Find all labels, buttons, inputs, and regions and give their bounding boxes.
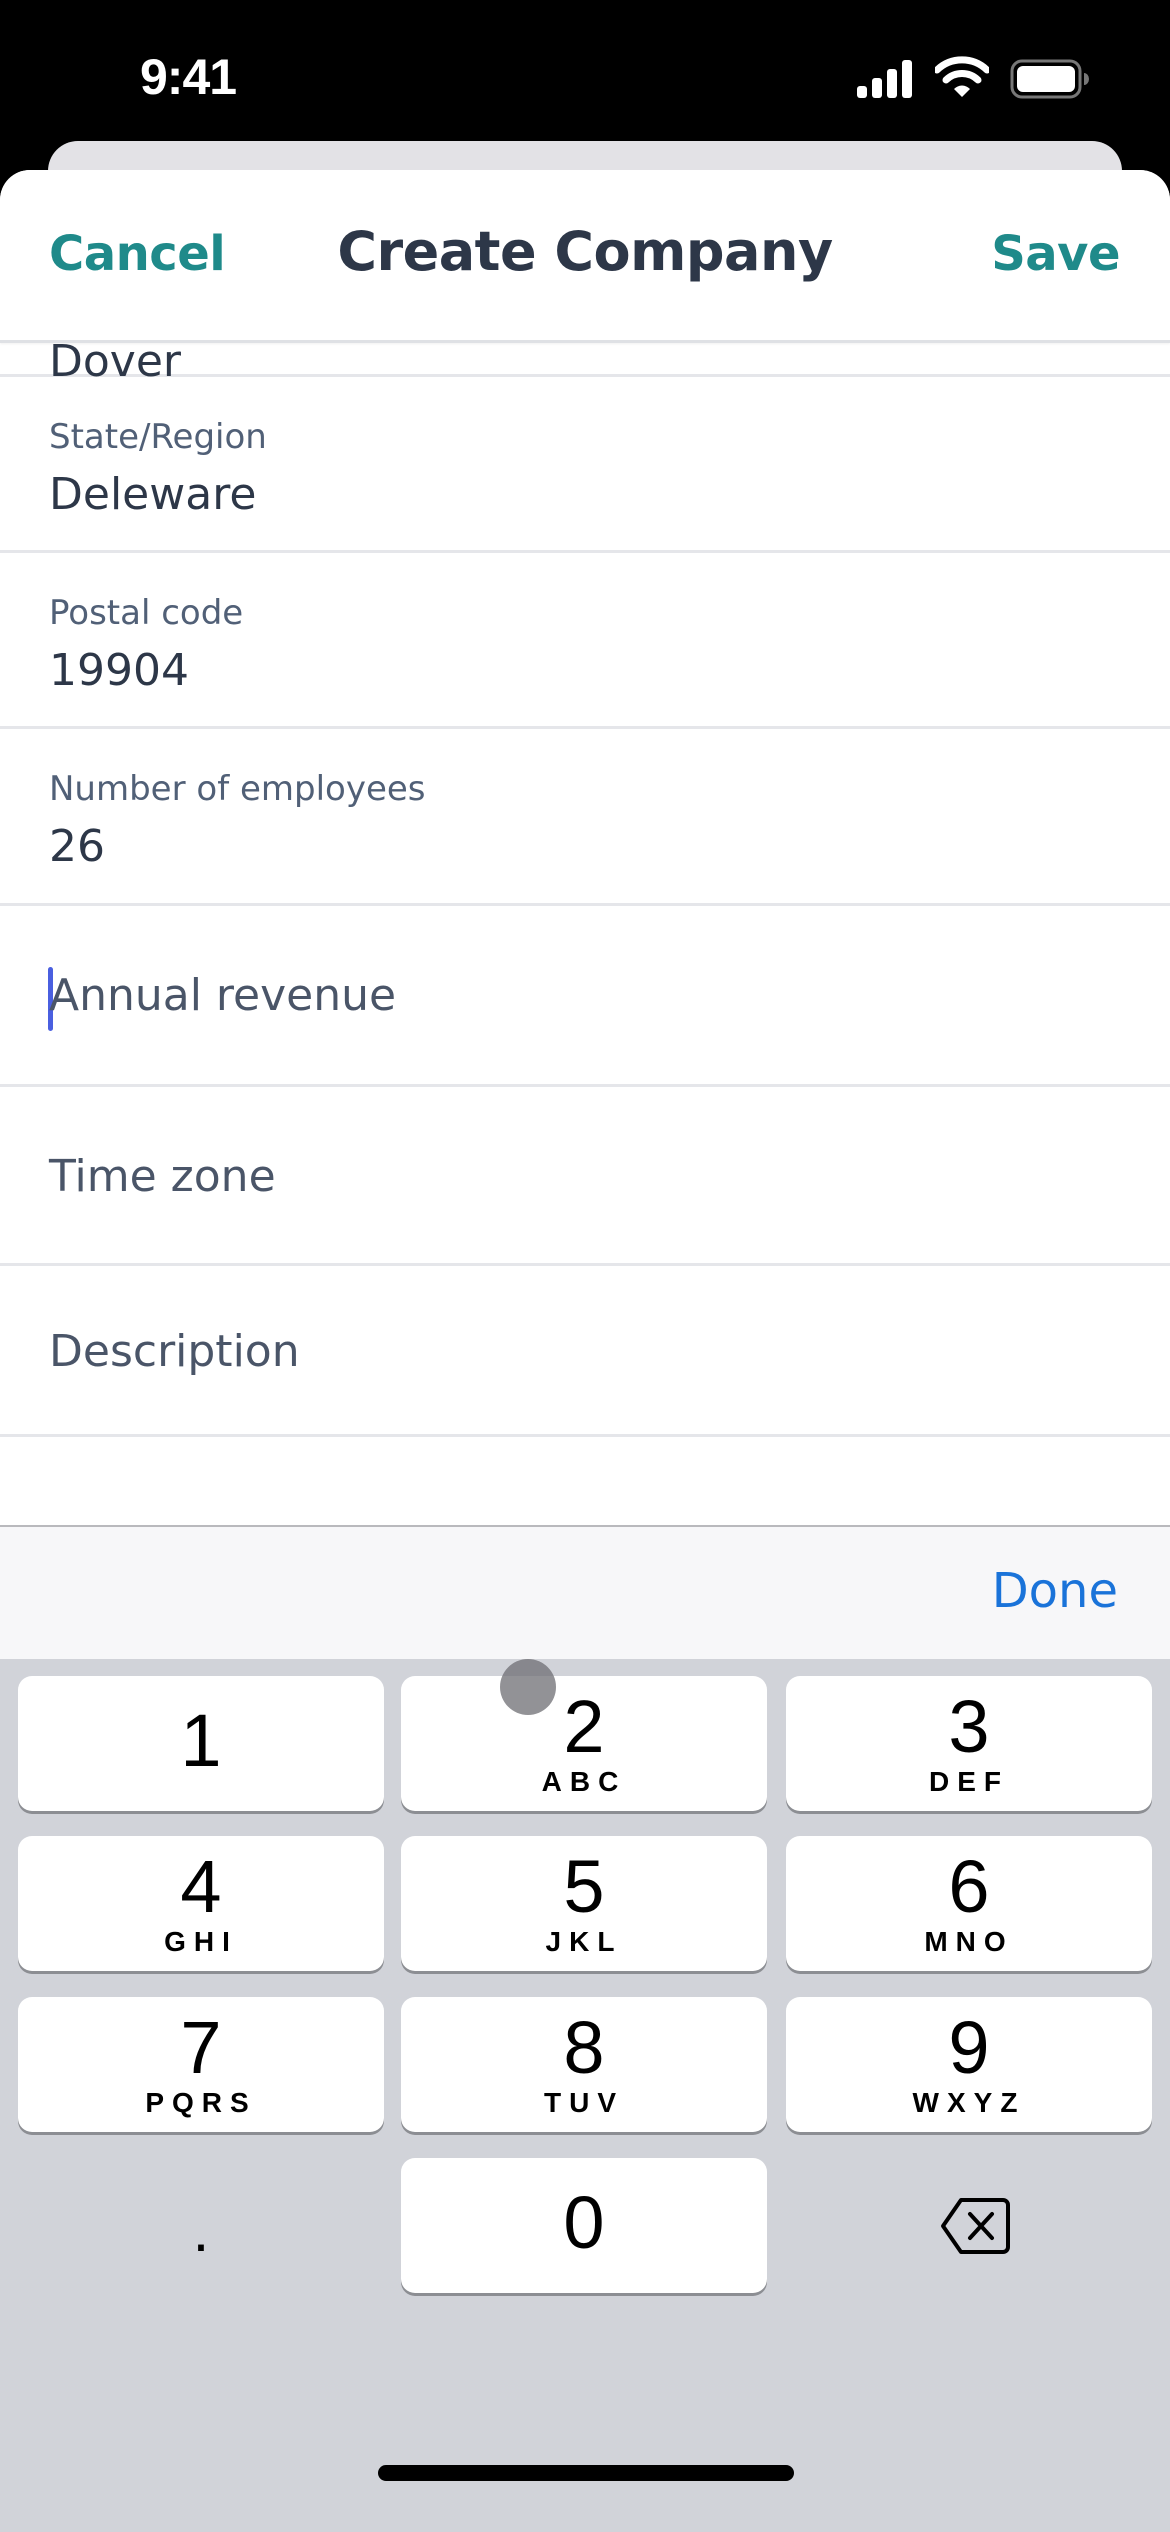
- state-region-label: State/Region: [49, 417, 267, 457]
- employees-field[interactable]: Number of employees 26: [0, 729, 1170, 906]
- key-digit: 7: [180, 2006, 222, 2089]
- employees-label: Number of employees: [49, 769, 426, 809]
- key-9[interactable]: 9 WXYZ: [786, 1997, 1152, 2132]
- state-region-field[interactable]: State/Region Deleware: [0, 377, 1170, 553]
- key-letters: WXYZ: [912, 2087, 1026, 2118]
- key-delete[interactable]: [786, 2158, 1152, 2293]
- key-1[interactable]: 1: [18, 1676, 384, 1811]
- key-digit: 4: [180, 1845, 222, 1928]
- key-5[interactable]: 5 JKL: [401, 1836, 767, 1971]
- wifi-icon: [935, 56, 989, 97]
- description-field[interactable]: Description: [0, 1266, 1170, 1437]
- key-0[interactable]: 0: [401, 2158, 767, 2293]
- key-8[interactable]: 8 TUV: [401, 1997, 767, 2132]
- key-3[interactable]: 3 DEF: [786, 1676, 1152, 1811]
- save-button[interactable]: Save: [991, 226, 1120, 282]
- nav-header: Cancel Create Company Save: [0, 170, 1170, 343]
- decimal-glyph: .: [192, 2197, 210, 2264]
- battery-icon: [1010, 59, 1089, 99]
- key-letters: DEF: [929, 1766, 1009, 1797]
- key-letters: TUV: [544, 2087, 624, 2118]
- key-digit: 3: [948, 1685, 990, 1768]
- time-zone-placeholder: Time zone: [49, 1151, 276, 1202]
- key-7[interactable]: 7 PQRS: [18, 1997, 384, 2132]
- key-digit: 8: [563, 2006, 605, 2089]
- key-digit: 1: [180, 1699, 222, 1782]
- keyboard-toolbar: Done: [0, 1525, 1170, 1661]
- key-4[interactable]: 4 GHI: [18, 1836, 384, 1971]
- annual-revenue-field[interactable]: Annual revenue: [0, 906, 1170, 1087]
- key-letters: GHI: [164, 1926, 238, 1957]
- key-2[interactable]: 2 ABC: [401, 1676, 767, 1811]
- description-placeholder: Description: [49, 1326, 300, 1377]
- numeric-keypad: 1 2 ABC 3 DEF 4 GHI 5 JKL 6 MNO 7 PQRS 8…: [0, 1659, 1170, 2532]
- key-digit: 5: [563, 1845, 605, 1928]
- key-digit: 6: [948, 1845, 990, 1928]
- status-time: 9:41: [140, 49, 237, 105]
- time-zone-field[interactable]: Time zone: [0, 1087, 1170, 1266]
- postal-code-field[interactable]: Postal code 19904: [0, 553, 1170, 729]
- state-region-value: Deleware: [49, 469, 257, 520]
- signal-icon: [857, 60, 912, 98]
- touch-indicator: [500, 1659, 556, 1715]
- key-decimal[interactable]: .: [18, 2158, 384, 2293]
- key-letters: JKL: [545, 1926, 623, 1957]
- delete-backspace-icon: [941, 2198, 1010, 2254]
- key-letters: PQRS: [145, 2087, 257, 2118]
- annual-revenue-placeholder: Annual revenue: [49, 970, 397, 1021]
- key-digit: 9: [948, 2006, 990, 2089]
- postal-code-value: 19904: [49, 645, 189, 696]
- key-letters: ABC: [541, 1766, 627, 1797]
- key-digit: 2: [563, 1685, 605, 1768]
- key-letters: MNO: [924, 1926, 1014, 1957]
- postal-code-label: Postal code: [49, 593, 244, 633]
- employees-value: 26: [49, 821, 105, 872]
- key-digit: 0: [563, 2181, 605, 2264]
- home-indicator[interactable]: [378, 2465, 794, 2481]
- done-button[interactable]: Done: [992, 1563, 1118, 1619]
- key-6[interactable]: 6 MNO: [786, 1836, 1152, 1971]
